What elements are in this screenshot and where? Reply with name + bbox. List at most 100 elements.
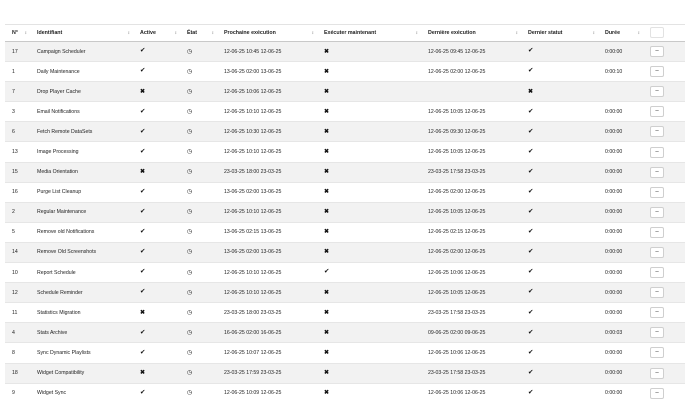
cell-last-status: ✔	[521, 142, 598, 162]
check-icon: ✔	[528, 107, 534, 115]
table-row[interactable]: 8 Sync Dynamic Playlists ✔ ◷ 12-06-25 10:07 …	[5, 342, 685, 363]
cell-next-run: 12-06-25 10:10 12-06-25	[224, 269, 282, 276]
col-header-last-status[interactable]: Dernier statut ↕	[521, 25, 598, 42]
row-action-button[interactable]: –	[650, 206, 664, 218]
table-row[interactable]: 9 Widget Sync ✔ ◷ 12-06-25 10:09 12-06-25 ✖ 12…	[5, 383, 685, 403]
table-row[interactable]: 15 Media Orientation ✖ ◷ 23-03-25 18:00 23-0…	[5, 162, 685, 183]
row-action-button[interactable]: –	[650, 66, 664, 78]
cell-run-now[interactable]: ✖	[317, 202, 421, 222]
cell-duration: 0:00:00	[605, 269, 623, 276]
cell-next-run: 13-06-25 02:00 13-06-25	[224, 249, 282, 256]
row-action-button[interactable]: –	[650, 307, 664, 319]
table-row[interactable]: 14 Remove Old Screenshots ✔ ◷ 13-06-25 02:00…	[5, 242, 685, 263]
cell-active: ✔	[133, 42, 180, 62]
cross-icon: ✖	[324, 128, 330, 135]
cell-num: 10	[12, 269, 18, 276]
cross-icon: ✖	[324, 88, 330, 95]
cell-run-now[interactable]: ✖	[317, 383, 421, 403]
cell-run-now[interactable]: ✔	[317, 263, 421, 283]
cell-num: 12	[12, 289, 18, 296]
cell-run-now[interactable]: ✖	[317, 62, 421, 82]
cross-icon: ✖	[324, 249, 330, 256]
cell-run-now[interactable]: ✖	[317, 82, 421, 102]
col-header-duration[interactable]: Durée ↕	[598, 25, 643, 42]
cell-run-now[interactable]: ✖	[317, 102, 421, 122]
cell-run-now[interactable]: ✖	[317, 182, 421, 202]
row-action-button[interactable]: –	[650, 347, 664, 359]
col-header-num-label: N°	[12, 30, 18, 36]
table-row[interactable]: 6 Fetch Remote DataSets ✔ ◷ 12-06-25 10:30 1…	[5, 121, 685, 142]
table-row[interactable]: 5 Remove old Notifications ✔ ◷ 13-06-25 02:1…	[5, 222, 685, 243]
cell-run-now[interactable]: ✖	[317, 122, 421, 142]
table-row[interactable]: 4 Stats Archive ✔ ◷ 16-06-25 02:00 16-06-25 ✖…	[5, 322, 685, 343]
check-icon: ✔	[140, 348, 146, 356]
row-action-button[interactable]: –	[650, 367, 664, 379]
cell-run-now[interactable]: ✖	[317, 323, 421, 343]
cell-run-now[interactable]: ✖	[317, 283, 421, 303]
row-action-button[interactable]: –	[650, 86, 664, 98]
column-toggle-button[interactable]	[650, 26, 664, 38]
cell-duration: 0:00:03	[605, 329, 623, 336]
table-row[interactable]: 17 Campaign Scheduler ✔ ◷ 12-06-25 10:45 12-…	[5, 41, 685, 62]
cell-actions: –	[643, 82, 685, 102]
clock-icon: ◷	[187, 209, 193, 216]
cell-last-run: 12-06-25 02:15 12-06-25	[428, 229, 486, 236]
cell-run-now[interactable]: ✖	[317, 162, 421, 182]
cell-active: ✔	[133, 343, 180, 363]
cell-identifier: Media Orientation	[37, 169, 78, 176]
cross-icon: ✖	[324, 329, 330, 336]
table-row[interactable]: 18 Widget Compatibility ✖ ◷ 23-03-25 17:59 2…	[5, 363, 685, 384]
cell-duration: 0:00:00	[605, 108, 623, 115]
col-header-ident[interactable]: Identifiant ↕	[30, 25, 133, 42]
clock-icon: ◷	[187, 108, 193, 115]
cell-active: ✔	[133, 102, 180, 122]
row-action-button[interactable]: –	[650, 146, 664, 158]
row-action-button[interactable]: –	[650, 106, 664, 118]
row-action-button[interactable]: –	[650, 186, 664, 198]
cell-run-now[interactable]: ✖	[317, 303, 421, 323]
table-row[interactable]: 16 Purge List Cleanup ✔ ◷ 13-06-25 02:00 13-…	[5, 182, 685, 203]
table-row[interactable]: 2 Regular Maintenance ✔ ◷ 12-06-25 10:10 12-…	[5, 202, 685, 223]
table-row[interactable]: 10 Report Schedule ✔ ◷ 12-06-25 10:10 12-06-…	[5, 262, 685, 283]
col-header-run-now[interactable]: Exécuter maintenant ↕	[317, 25, 421, 42]
cell-run-now[interactable]: ✖	[317, 142, 421, 162]
sort-icon: ↕	[637, 30, 640, 35]
row-action-button[interactable]: –	[650, 226, 664, 238]
table-row[interactable]: 13 Image Processing ✔ ◷ 12-06-25 10:10 12-06…	[5, 141, 685, 163]
cell-last-status: ✔	[521, 222, 598, 242]
row-action-button[interactable]: –	[650, 267, 664, 279]
cell-active: ✖	[133, 82, 180, 102]
cross-icon: ✖	[324, 189, 330, 196]
row-action-button[interactable]: –	[650, 166, 664, 178]
col-header-next-label: Prochaine exécution	[224, 30, 276, 36]
table-row[interactable]: 11 Statistics Migration ✖ ◷ 23-03-25 18:00 2…	[5, 302, 685, 323]
cell-last-run: 12-06-25 10:05 12-06-25	[428, 209, 486, 216]
col-header-num[interactable]: N° ↕	[5, 25, 30, 42]
cell-run-now[interactable]: ✖	[317, 363, 421, 383]
table-row[interactable]: 12 Schedule Reminder ✔ ◷ 12-06-25 10:10 12-0…	[5, 282, 685, 303]
table-row[interactable]: 1 Daily Maintenance ✔ ◷ 13-06-25 02:00 13-06…	[5, 61, 685, 82]
cell-active: ✖	[133, 303, 180, 323]
row-action-button[interactable]: –	[650, 126, 664, 138]
cell-next-run: 12-06-25 10:10 12-06-25	[224, 149, 282, 156]
col-header-last[interactable]: Dernière exécution ↕	[421, 25, 521, 42]
row-action-button[interactable]: –	[650, 327, 664, 339]
cell-run-now[interactable]: ✖	[317, 343, 421, 363]
cell-run-now[interactable]: ✖	[317, 242, 421, 262]
row-action-button[interactable]: –	[650, 387, 664, 399]
row-action-button[interactable]: –	[650, 46, 664, 58]
cell-actions: –	[643, 363, 685, 383]
col-header-active[interactable]: Active ↕	[133, 25, 180, 42]
table-row[interactable]: 7 Drop Player Cache ✖ ◷ 12-06-25 10:06 12-06…	[5, 81, 685, 102]
cell-run-now[interactable]: ✖	[317, 42, 421, 62]
cell-actions: –	[643, 122, 685, 142]
row-action-button[interactable]: –	[650, 246, 664, 258]
col-header-etat[interactable]: État ↕	[180, 25, 217, 42]
tasks-table-container: N° ↕ Identifiant ↕ Active ↕ État ↕ Prochaine…	[5, 24, 685, 403]
cell-active: ✔	[133, 142, 180, 162]
check-icon: ✔	[528, 187, 534, 195]
cell-run-now[interactable]: ✖	[317, 222, 421, 242]
row-action-button[interactable]: –	[650, 287, 664, 299]
table-row[interactable]: 3 Email Notifications ✔ ◷ 12-06-25 10:10 12-…	[5, 101, 685, 122]
col-header-next[interactable]: Prochaine exécution ↕	[217, 25, 317, 42]
